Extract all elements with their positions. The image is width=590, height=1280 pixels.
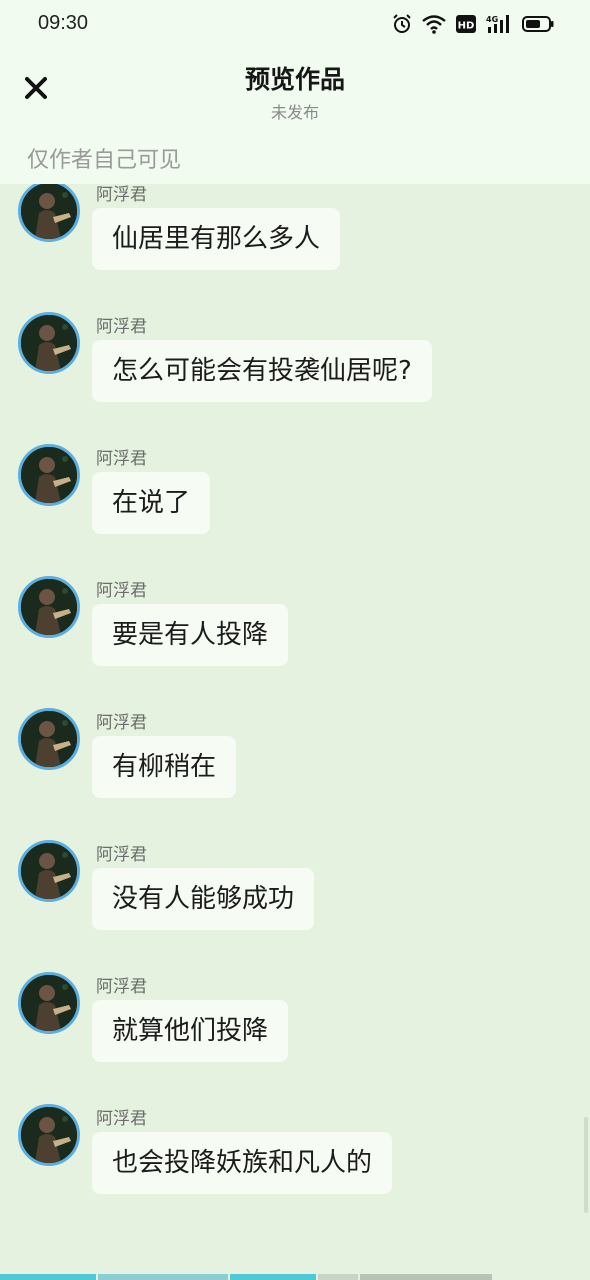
hd-label: HD: [458, 21, 475, 32]
publish-status: 未发布: [270, 103, 319, 122]
chat-message: 阿浮君 要是有人投降: [0, 576, 590, 676]
page-title: 预览作品: [244, 65, 345, 94]
sender-name: 阿浮君: [96, 977, 147, 997]
message-bubble[interactable]: 就算他们投降: [92, 1000, 289, 1062]
progress-segment: [230, 1274, 316, 1280]
chat-message: 阿浮君 在说了: [0, 444, 590, 544]
message-bubble[interactable]: 也会投降妖族和凡人的: [92, 1132, 393, 1194]
avatar[interactable]: [18, 576, 80, 638]
progress-segment: [318, 1274, 358, 1280]
progress-segment: [98, 1274, 228, 1280]
avatar[interactable]: [18, 444, 80, 506]
sender-name: 阿浮君: [96, 185, 147, 205]
alarm-icon: [392, 14, 412, 34]
reading-progress-bar: [0, 1274, 590, 1280]
battery-icon: [522, 14, 554, 34]
chat-feed[interactable]: 阿浮君 仙居里有那么多人 阿浮君 怎么可能会有投袭仙居呢? 阿浮君 在说了 阿浮…: [0, 184, 590, 1274]
hd-icon: HD: [456, 14, 476, 34]
sender-name: 阿浮君: [96, 581, 147, 601]
status-bar: 09:30 HD 4G: [0, 0, 590, 52]
avatar[interactable]: [18, 972, 80, 1034]
message-bubble[interactable]: 怎么可能会有投袭仙居呢?: [92, 340, 432, 402]
wifi-icon: [422, 14, 446, 34]
network-label: 4G: [486, 15, 498, 24]
scrollbar-thumb[interactable]: [584, 1117, 588, 1213]
sender-name: 阿浮君: [96, 1109, 147, 1129]
message-bubble[interactable]: 要是有人投降: [92, 604, 289, 666]
avatar[interactable]: [18, 184, 80, 242]
progress-played: [0, 1274, 96, 1280]
message-bubble[interactable]: 在说了: [92, 472, 211, 534]
message-bubble[interactable]: 有柳稍在: [92, 736, 237, 798]
message-bubble[interactable]: 没有人能够成功: [92, 868, 315, 930]
chat-message: 阿浮君 怎么可能会有投袭仙居呢?: [0, 312, 590, 412]
chat-message: 阿浮君 也会投降妖族和凡人的: [0, 1104, 590, 1204]
preview-header: 预览作品 未发布 仅作者自己可见: [0, 52, 590, 184]
sender-name: 阿浮君: [96, 317, 147, 337]
sender-name: 阿浮君: [96, 713, 147, 733]
visibility-note: 仅作者自己可见: [27, 148, 182, 173]
status-icons: HD 4G: [392, 14, 554, 34]
avatar[interactable]: [18, 312, 80, 374]
avatar[interactable]: [18, 708, 80, 770]
avatar[interactable]: [18, 1104, 80, 1166]
chat-message: 阿浮君 没有人能够成功: [0, 840, 590, 940]
chat-message: 阿浮君 就算他们投降: [0, 972, 590, 1072]
chat-message: 阿浮君 仙居里有那么多人: [0, 184, 590, 280]
chat-message: 阿浮君 有柳稍在: [0, 708, 590, 808]
message-bubble[interactable]: 仙居里有那么多人: [92, 208, 341, 270]
avatar[interactable]: [18, 840, 80, 902]
status-time: 09:30: [38, 12, 89, 34]
sender-name: 阿浮君: [96, 449, 147, 469]
progress-segment: [360, 1274, 492, 1280]
sender-name: 阿浮君: [96, 845, 147, 865]
signal-4g-icon: 4G: [486, 14, 512, 34]
